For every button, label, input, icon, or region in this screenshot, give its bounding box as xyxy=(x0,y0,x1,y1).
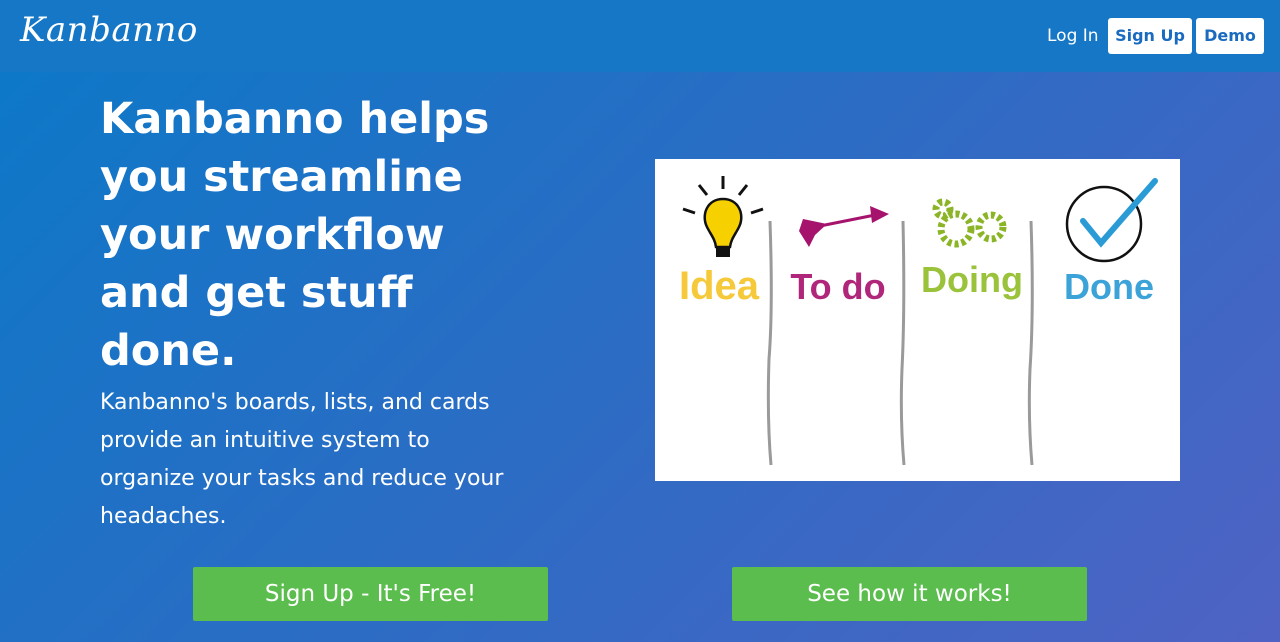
gears-icon xyxy=(932,198,1007,248)
navbar: Kanbanno Log In Sign Up Demo xyxy=(0,0,1280,72)
demo-button[interactable]: Demo xyxy=(1196,18,1264,54)
column-divider xyxy=(766,220,773,466)
cta-how-it-works-button[interactable]: See how it works! xyxy=(732,567,1087,621)
column-divider xyxy=(1027,220,1034,466)
cta-signup-button[interactable]: Sign Up - It's Free! xyxy=(193,567,548,621)
kanban-illustration-graphic: Idea To do Doing Done xyxy=(679,176,1158,466)
arrow-icon xyxy=(799,206,889,247)
column-divider xyxy=(899,220,906,466)
checkmark-icon xyxy=(1065,178,1158,263)
kanban-illustration: Idea To do Doing Done xyxy=(655,159,1180,481)
signup-button[interactable]: Sign Up xyxy=(1108,18,1192,54)
column-label-todo: To do xyxy=(790,266,885,307)
hero-headline: Kanbanno helps you streamline your workf… xyxy=(100,94,490,376)
login-link[interactable]: Log In xyxy=(1040,20,1106,52)
column-label-done: Done xyxy=(1064,266,1154,307)
lightbulb-icon xyxy=(682,176,764,257)
logo[interactable]: Kanbanno xyxy=(20,10,198,50)
hero-subtext: Kanbanno's boards, lists, and cards prov… xyxy=(100,390,504,529)
column-label-doing: Doing xyxy=(921,259,1023,300)
column-label-idea: Idea xyxy=(679,264,760,308)
